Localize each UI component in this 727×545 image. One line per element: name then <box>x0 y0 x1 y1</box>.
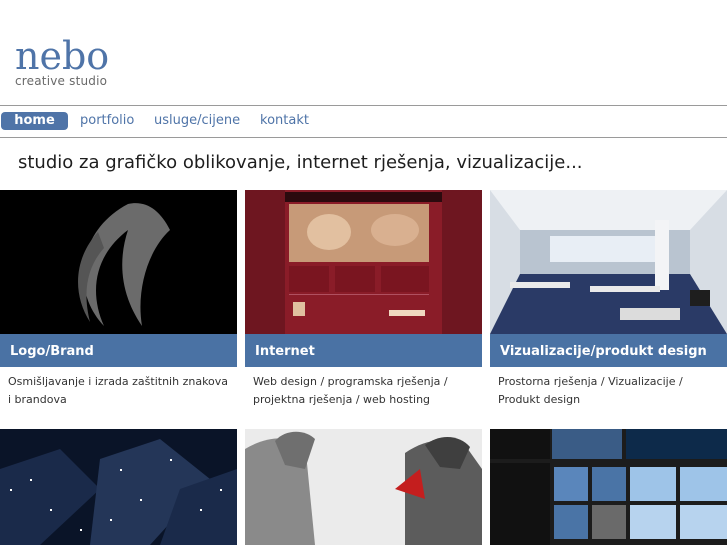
jacket-image[interactable] <box>245 429 482 545</box>
vizualizacije-image[interactable] <box>490 190 727 334</box>
site-logo[interactable]: nebo creative studio <box>15 34 110 88</box>
card-vizualizacije[interactable]: Vizualizacije/produkt design Prostorna r… <box>490 190 727 409</box>
nav-usluge-cijene[interactable]: usluge/cijene <box>154 112 240 130</box>
card-internet[interactable]: Internet Web design / programska rješenj… <box>245 190 482 409</box>
card-title[interactable]: Vizualizacije/produkt design <box>490 334 727 367</box>
nav-portfolio[interactable]: portfolio <box>80 112 134 130</box>
card-description: Osmišljavanje i izrada zaštitnih znakova… <box>8 375 229 406</box>
card-description: Web design / programska rješenja / proje… <box>253 375 448 406</box>
nav-home[interactable]: home <box>1 112 68 130</box>
logo-tagline: creative studio <box>15 74 108 88</box>
logo-brand-image[interactable] <box>0 190 237 334</box>
nav-kontakt[interactable]: kontakt <box>260 112 309 130</box>
logo-wordmark: nebo <box>15 34 110 78</box>
card-description: Prostorna rješenja / Vizualizacije / Pro… <box>498 375 683 406</box>
main-nav: home portfolio usluge/cijene kontakt <box>0 105 727 138</box>
card-title[interactable]: Internet <box>245 334 482 367</box>
page-tagline: studio za grafičko oblikovanje, internet… <box>18 152 583 173</box>
card-title[interactable]: Logo/Brand <box>0 334 237 367</box>
internet-image[interactable] <box>245 190 482 334</box>
software-ui-image[interactable] <box>490 429 727 545</box>
city-image[interactable] <box>0 429 237 545</box>
card-logo-brand[interactable]: Logo/Brand Osmišljavanje i izrada zaštit… <box>0 190 237 409</box>
